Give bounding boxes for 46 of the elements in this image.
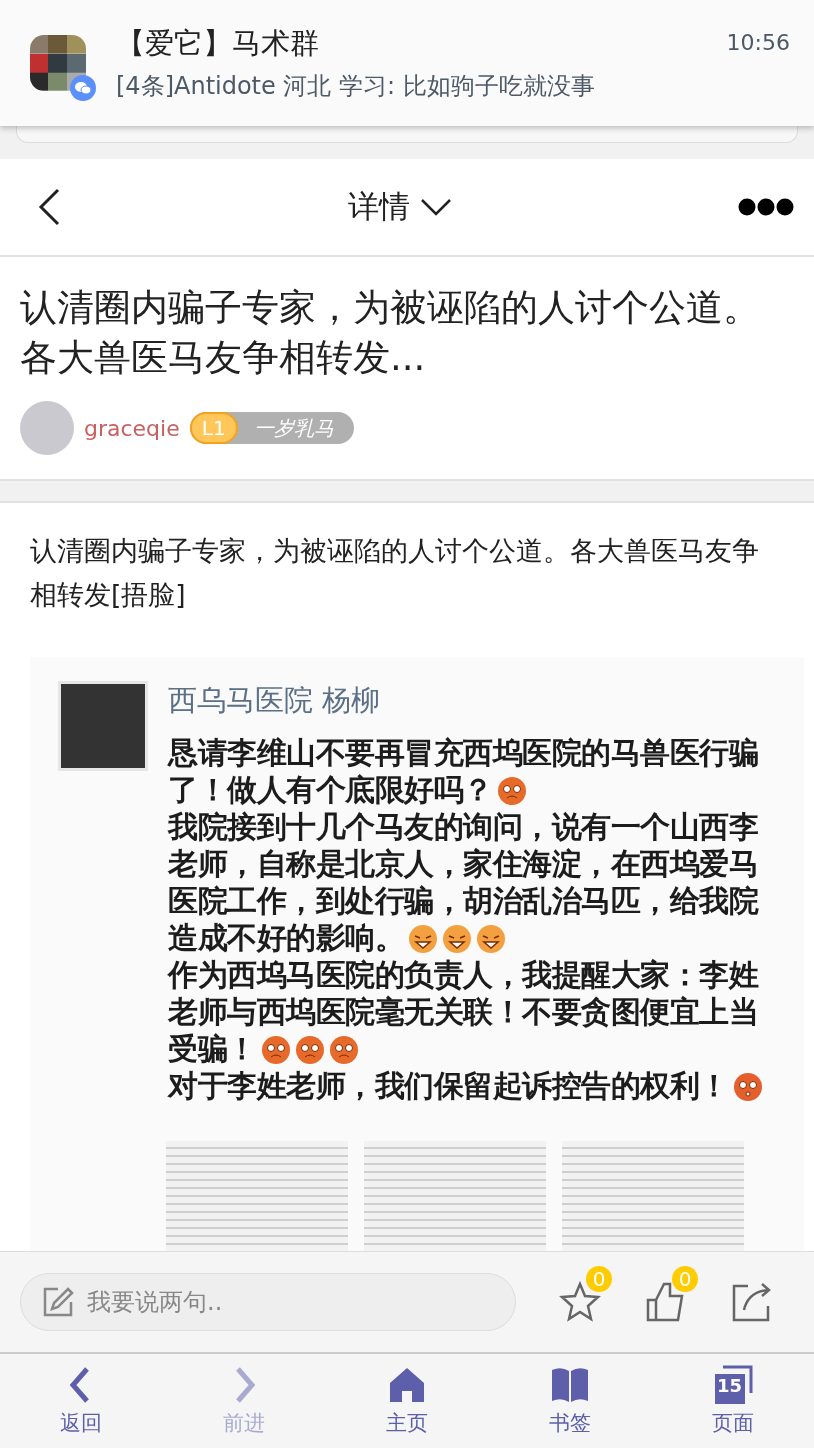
embedded-text-line: 恳请李维山不要再冒充西坞医院的马兽医行骗 [168, 734, 758, 772]
chat-bubbles-icon [70, 75, 96, 101]
pencil-icon [42, 1286, 74, 1318]
embedded-text-line: 造成不好的影响。 [168, 919, 404, 957]
notification-time: 10:56 [726, 30, 790, 55]
angry-face-icon [496, 775, 527, 806]
embedded-author-name: 西乌马医院 杨柳 [168, 682, 382, 719]
more-icon[interactable] [738, 198, 794, 216]
book-icon [549, 1365, 590, 1405]
notification-message: [4条]Antidote 河北 学习: 比如驹子吃就没事 [116, 71, 596, 102]
laughing-face-icon [442, 923, 472, 954]
author-name[interactable]: graceqie [84, 415, 180, 441]
level-badge: L1 [189, 412, 238, 444]
home-icon [387, 1365, 427, 1405]
post-title: 认清圈内骗子专家，为被诬陷的人讨个公道。各大兽医马友争相转发... [20, 285, 761, 381]
chevron-down-icon [420, 198, 452, 216]
embedded-text-line: 老师与西坞医院毫无关联！不要贪图便宜上当 [168, 993, 758, 1031]
embedded-text-line: 医院工作，到处行骗，胡治乱治马匹，给我院 [168, 882, 758, 920]
shocked-face-icon [732, 1071, 763, 1102]
embedded-text-line: 老师，自称是北京人，家住海淀，在西坞爱马 [168, 845, 758, 883]
avatar [20, 401, 74, 455]
rank-label: 一岁乳马 [253, 414, 334, 442]
angry-face-icon [328, 1034, 359, 1065]
like-count: 0 [672, 1266, 698, 1292]
notification-banner[interactable]: 【爱它】马术群 [4条]Antidote 河北 学习: 比如驹子吃就没事 10:56 [0, 0, 814, 126]
favorite-count: 0 [586, 1266, 612, 1292]
group-avatar [30, 35, 86, 91]
nav-button[interactable]: 主页 [325, 1354, 489, 1448]
header-title[interactable]: 详情 [348, 186, 452, 228]
angry-face-icon [260, 1034, 291, 1065]
embedded-text-line: 我院接到十几个马友的询问，说有一个山西李 [168, 808, 758, 846]
embedded-text-line: 作为西坞马医院的负责人，我提醒大家：李姓 [168, 956, 758, 994]
angry-face-icon [294, 1034, 325, 1065]
embedded-text-line: 了！做人有个底限好吗？ [168, 771, 493, 809]
back-icon[interactable] [36, 187, 62, 227]
page-count: 15 [716, 1375, 744, 1396]
laughing-face-icon [476, 923, 506, 954]
nav-button[interactable]: 返回 [0, 1354, 163, 1448]
laughing-face-icon [408, 923, 438, 954]
embedded-text-line: 受骗！ [168, 1030, 257, 1068]
embedded-text-line: 对于李姓老师，我们保留起诉控告的权利！ [168, 1067, 729, 1105]
notification-title: 【爱它】马术群 [116, 25, 320, 62]
nav-button[interactable]: 书签 [488, 1354, 652, 1448]
post-body: 认清圈内骗子专家，为被诬陷的人讨个公道。各大兽医马友争相转发[捂脸] [29, 534, 760, 612]
nav-button[interactable]: 15 页面 [651, 1354, 814, 1448]
comment-field[interactable]: 我要说两句.. [20, 1273, 516, 1331]
